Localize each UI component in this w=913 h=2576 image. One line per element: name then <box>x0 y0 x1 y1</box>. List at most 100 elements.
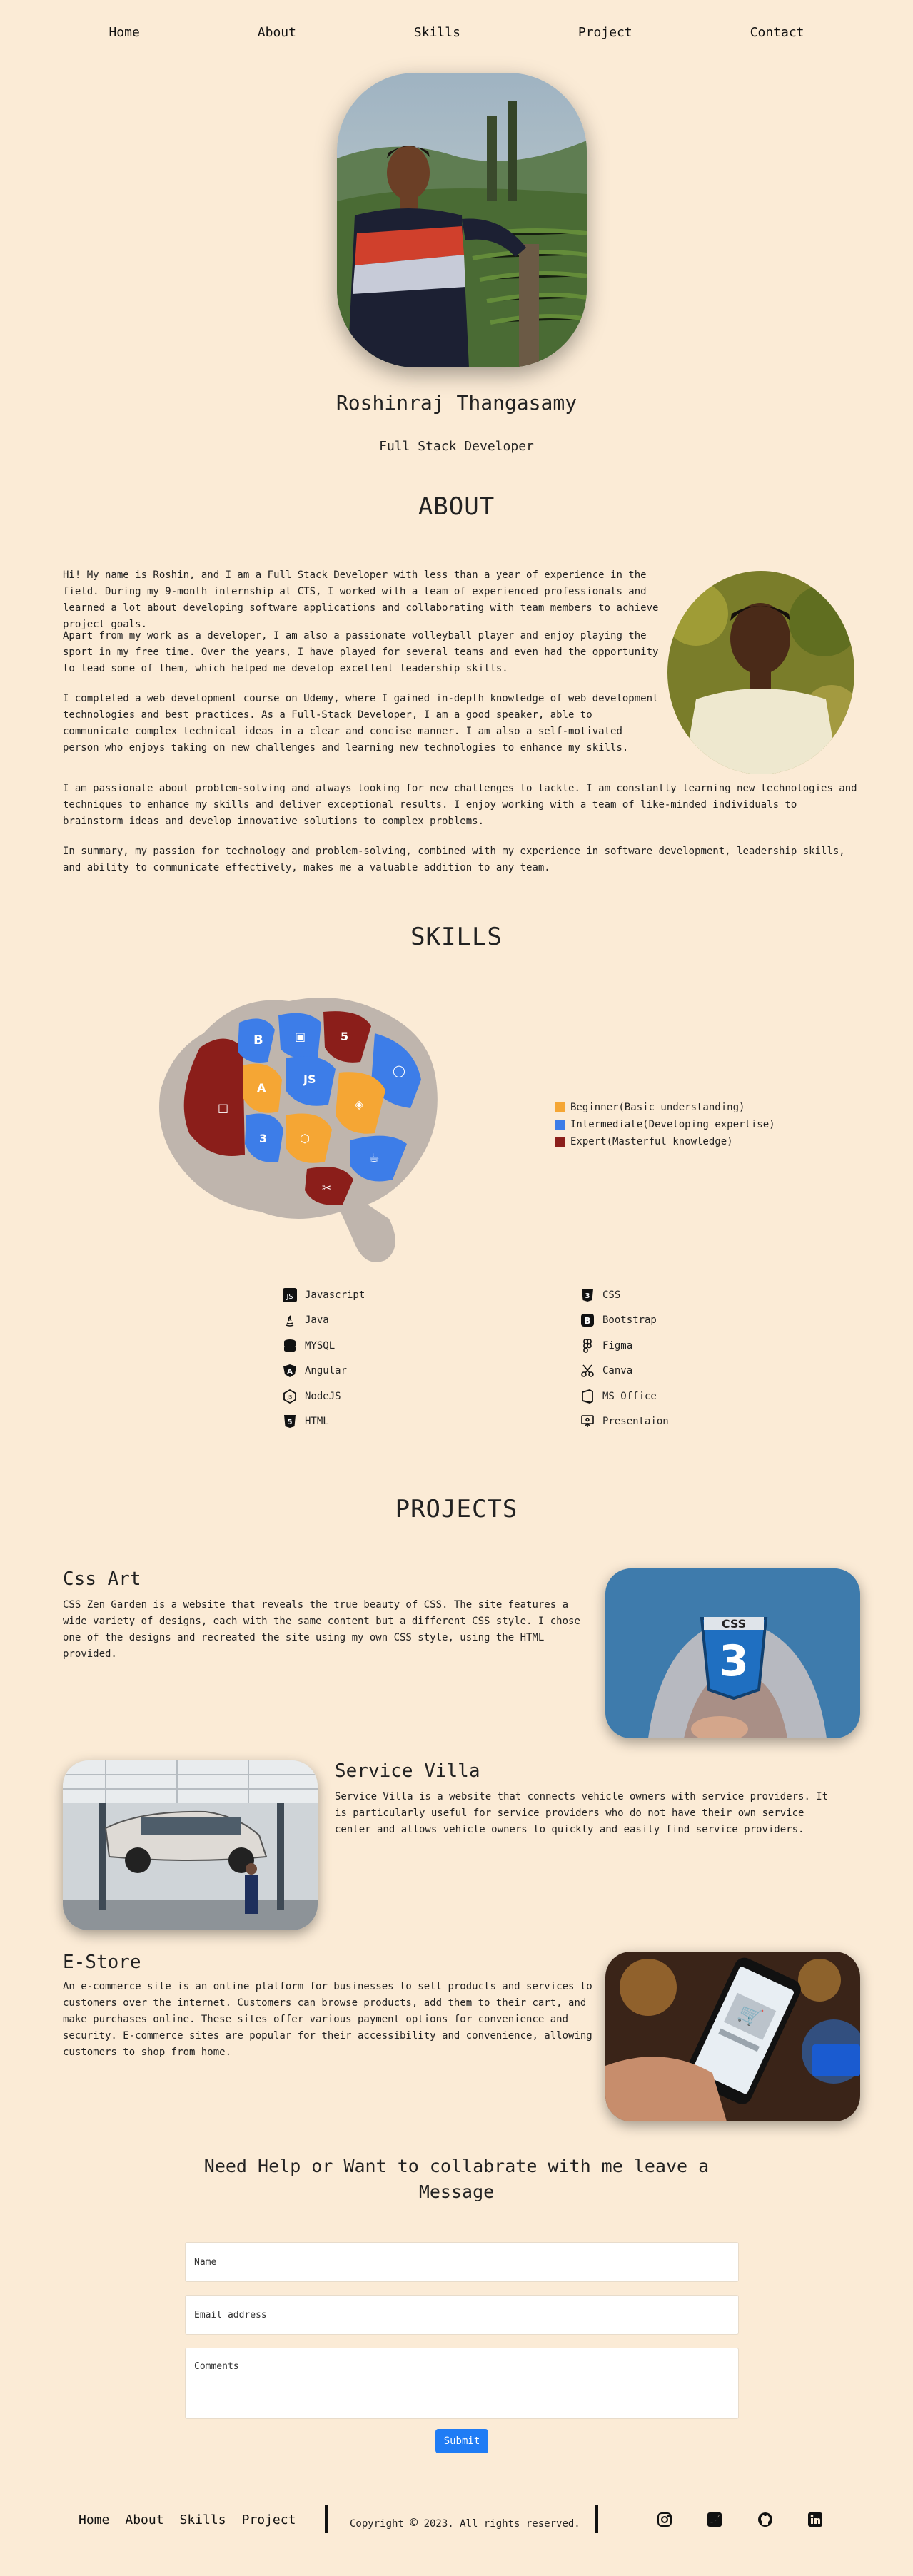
nav-about[interactable]: About <box>258 25 296 40</box>
skills-legend: Beginner(Basic understanding) Intermedia… <box>555 1099 775 1150</box>
svg-text:JS: JS <box>303 1073 316 1086</box>
copyright-year: 2023. All rights reserved. <box>423 2518 580 2530</box>
js-icon: JS <box>282 1287 298 1303</box>
footer-divider <box>325 2505 328 2533</box>
nav-skills[interactable]: Skills <box>414 25 460 40</box>
legend-swatch <box>555 1137 565 1147</box>
footer: Home About Skills Project Copyright © 20… <box>0 2501 913 2541</box>
skill-name: Java <box>305 1314 329 1327</box>
svg-text:✂: ✂ <box>322 1181 331 1195</box>
bootstrap-icon: B <box>580 1312 595 1328</box>
footer-link-home[interactable]: Home <box>79 2512 109 2527</box>
skill-name: MYSQL <box>305 1339 336 1352</box>
about-photo <box>667 571 854 774</box>
nodejs-icon: JS <box>282 1389 298 1404</box>
skill-item: 3 CSS <box>580 1282 794 1308</box>
skill-list-left: JS Javascript Java MYSQL A Angular JS No… <box>282 1282 496 1434</box>
skills-brain-graphic: □ B ▣ 5 ◯ A JS ◈ 3 ⬡ ☕ ✂ <box>153 990 446 1265</box>
skill-item: MS Office <box>580 1384 794 1409</box>
footer-links: Home About Skills Project <box>79 2512 296 2527</box>
skill-item: JS Javascript <box>282 1282 496 1308</box>
skill-item: JS NodeJS <box>282 1384 496 1409</box>
legend-swatch <box>555 1102 565 1112</box>
projects-title: PROJECTS <box>395 1495 518 1523</box>
svg-text:3: 3 <box>585 1292 590 1300</box>
instagram-icon[interactable] <box>655 2510 675 2530</box>
presentation-icon <box>580 1414 595 1429</box>
legend-item-expert: Expert(Masterful knowledge) <box>555 1133 775 1150</box>
project-title: Css Art <box>63 1568 141 1590</box>
legend-label: Expert(Masterful knowledge) <box>570 1136 733 1147</box>
skill-name: Figma <box>602 1339 633 1352</box>
e-store-project-image[interactable]: 🛒 <box>605 1952 860 2121</box>
nav-contact[interactable]: Contact <box>750 25 804 40</box>
legend-item-beginner: Beginner(Basic understanding) <box>555 1099 775 1116</box>
about-title: ABOUT <box>418 492 495 521</box>
skill-item: Presentaion <box>580 1409 794 1435</box>
skill-name: Bootstrap <box>602 1314 657 1327</box>
svg-text:⬡: ⬡ <box>300 1132 310 1145</box>
contact-heading-line: Message <box>418 2181 495 2202</box>
svg-text:5: 5 <box>288 1419 293 1426</box>
angular-icon: A <box>282 1363 298 1379</box>
svg-text:A: A <box>287 1368 293 1376</box>
svg-text:B: B <box>253 1033 263 1048</box>
top-nav: Home About Skills Project Contact <box>0 20 913 44</box>
skills-title: SKILLS <box>410 923 503 951</box>
submit-button[interactable]: Submit <box>435 2429 488 2453</box>
skill-item: 5 HTML <box>282 1409 496 1435</box>
legend-swatch <box>555 1120 565 1130</box>
svg-text:B: B <box>584 1316 590 1326</box>
html5-icon: 5 <box>282 1414 298 1429</box>
footer-link-about[interactable]: About <box>125 2512 163 2527</box>
service-villa-project-image[interactable] <box>63 1760 318 1930</box>
footer-link-project[interactable]: Project <box>242 2512 296 2527</box>
footer-link-skills[interactable]: Skills <box>180 2512 226 2527</box>
skill-name: Canva <box>602 1365 633 1377</box>
scissors-icon <box>580 1363 595 1379</box>
skill-name: MS Office <box>602 1390 657 1402</box>
legend-item-intermediate: Intermediate(Developing expertise) <box>555 1116 775 1133</box>
name-input[interactable] <box>185 2242 739 2282</box>
contact-heading-line: Need Help or Want to collabrate with me … <box>203 2156 710 2176</box>
skill-name: Angular <box>305 1365 348 1377</box>
twitter-icon[interactable] <box>705 2510 725 2530</box>
office-icon <box>580 1389 595 1404</box>
skill-name: Javascript <box>305 1289 365 1301</box>
skill-name: NodeJS <box>305 1390 341 1402</box>
about-paragraph: Apart from my work as a developer, I am … <box>63 630 659 674</box>
email-input[interactable] <box>185 2295 739 2335</box>
project-title: E-Store <box>63 1952 141 1973</box>
hero-role: Full Stack Developer <box>379 439 534 454</box>
footer-divider <box>595 2505 598 2533</box>
about-paragraph: In summary, my passion for technology an… <box>63 846 845 873</box>
skill-item: Canva <box>580 1359 794 1384</box>
skill-item: A Angular <box>282 1359 496 1384</box>
svg-text:3: 3 <box>259 1132 267 1145</box>
project-title: Service Villa <box>335 1760 480 1782</box>
github-icon[interactable] <box>755 2510 775 2530</box>
nav-home[interactable]: Home <box>109 25 139 40</box>
about-paragraph: I am passionate about problem-solving an… <box>63 783 857 827</box>
css-art-project-image[interactable]: CSS 3 <box>605 1568 860 1738</box>
copyright-label: Copyright <box>350 2518 404 2530</box>
svg-text:☕: ☕ <box>369 1151 379 1165</box>
comments-textarea[interactable] <box>185 2348 739 2419</box>
profile-photo <box>337 73 587 367</box>
skill-item: B Bootstrap <box>580 1308 794 1334</box>
database-icon <box>282 1338 298 1354</box>
svg-text:CSS: CSS <box>722 1617 746 1631</box>
hero-name: Roshinraj Thangasamy <box>336 391 577 415</box>
nav-project[interactable]: Project <box>578 25 632 40</box>
svg-text:JS: JS <box>286 1293 293 1301</box>
about-paragraph: I completed a web development course on … <box>63 693 659 754</box>
skill-item: MYSQL <box>282 1333 496 1359</box>
project-description: An e-commerce site is an online platform… <box>63 1981 592 2058</box>
project-description: CSS Zen Garden is a website that reveals… <box>63 1599 580 1660</box>
svg-text:5: 5 <box>341 1030 348 1043</box>
svg-text:JS: JS <box>287 1394 293 1400</box>
skill-name: HTML <box>305 1416 329 1428</box>
linkedin-icon[interactable] <box>805 2510 825 2530</box>
copyright-text: Copyright © 2023. All rights reserved. <box>350 2515 580 2530</box>
svg-text:A: A <box>257 1081 266 1095</box>
